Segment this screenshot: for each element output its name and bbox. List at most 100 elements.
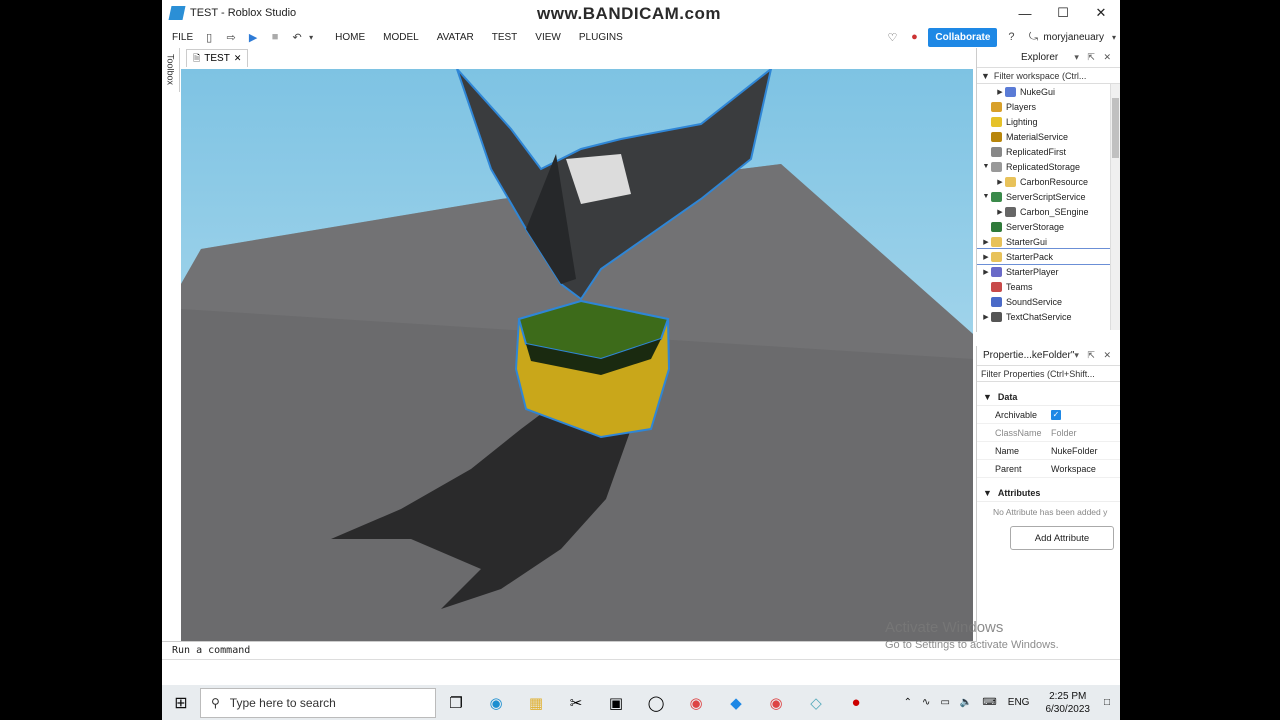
property-value[interactable]: NukeFolder: [1049, 446, 1120, 456]
starter-gui-icon: [991, 236, 1002, 247]
expand-down-icon[interactable]: ▼: [981, 193, 991, 200]
command-input[interactable]: Run a command: [172, 645, 250, 656]
network-icon[interactable]: ∿: [922, 697, 930, 708]
taskbar-search[interactable]: ⚲ Type here to search: [200, 687, 436, 718]
property-row[interactable]: Archivable ✓: [977, 406, 1120, 424]
explorer-item[interactable]: Lighting: [977, 114, 1120, 129]
expand-right-icon[interactable]: ▶: [981, 253, 991, 261]
expand-right-icon[interactable]: ▶: [995, 178, 1005, 186]
archivable-checkbox[interactable]: ✓: [1051, 409, 1061, 420]
explorer-title: Explorer: [1021, 52, 1059, 63]
explorer-item[interactable]: ▶ StarterPlayer: [977, 264, 1120, 279]
minimize-icon[interactable]: —: [1006, 0, 1044, 26]
explorer-item[interactable]: ServerStorage: [977, 219, 1120, 234]
explorer-item[interactable]: ▼ ReplicatedStorage: [977, 159, 1120, 174]
keyboard-icon[interactable]: ⌨: [982, 697, 996, 708]
toolbox-tab[interactable]: Toolbox: [162, 48, 180, 92]
chrome-icon[interactable]: ◉: [676, 685, 716, 720]
menu-avatar[interactable]: AVATAR: [437, 32, 474, 43]
panel-controls-icon[interactable]: ▾ ⇱ ✕: [1074, 52, 1114, 63]
volume-icon[interactable]: 🔈: [960, 697, 972, 708]
explorer-item[interactable]: ▶ StarterGui: [977, 234, 1120, 249]
explorer-item[interactable]: ▶ TextChatService: [977, 309, 1120, 324]
panel-controls-icon[interactable]: ▾ ⇱ ✕: [1074, 350, 1114, 361]
roblox-studio-taskbar-icon[interactable]: ◆: [716, 685, 756, 720]
close-tab-icon[interactable]: ✕: [234, 53, 242, 64]
chrome-profile-icon[interactable]: ◉: [756, 685, 796, 720]
username[interactable]: moryjaneuary: [1043, 32, 1104, 43]
property-row[interactable]: Parent Workspace: [977, 460, 1120, 478]
windows-start-icon[interactable]: ⊞: [162, 685, 200, 720]
properties-panel: Propertie...keFolder" ▾ ⇱ ✕ Filter Prope…: [976, 346, 1120, 642]
battery-icon[interactable]: ▭: [940, 697, 949, 708]
share-icon[interactable]: ⤿: [1027, 31, 1039, 43]
play-icon[interactable]: ▶: [247, 31, 259, 44]
taskbar-search-input[interactable]: Type here to search: [230, 696, 336, 710]
file-explorer-icon[interactable]: ▦: [516, 685, 556, 720]
add-attribute-button[interactable]: Add Attribute: [1010, 526, 1114, 550]
property-row[interactable]: Name NukeFolder: [977, 442, 1120, 460]
attributes-section[interactable]: ▼ Attributes: [977, 484, 1120, 502]
taskbar-clock[interactable]: 2:25 PM 6/30/2023: [1045, 690, 1090, 716]
tab-test[interactable]: 🗎 TEST ✕: [186, 49, 249, 67]
close-icon[interactable]: ✕: [1082, 0, 1120, 26]
notification-icon[interactable]: ●: [908, 31, 920, 43]
expand-right-icon[interactable]: ▶: [981, 313, 991, 321]
explorer-item[interactable]: Teams: [977, 279, 1120, 294]
explorer-item[interactable]: ReplicatedFirst: [977, 144, 1120, 159]
undo-dropdown-icon[interactable]: ▾: [305, 31, 317, 43]
property-value[interactable]: Workspace: [1049, 464, 1120, 474]
edge-icon[interactable]: ◉: [476, 685, 516, 720]
explorer-item[interactable]: ▶ NukeGui: [977, 84, 1120, 99]
explorer-item[interactable]: SoundService: [977, 294, 1120, 309]
notifications-icon[interactable]: □: [1104, 697, 1110, 708]
data-section[interactable]: ▼ Data: [977, 388, 1120, 406]
user-dropdown-icon[interactable]: ▾: [1108, 31, 1120, 43]
expand-right-icon[interactable]: ▶: [981, 238, 991, 246]
menu-home[interactable]: HOME: [335, 32, 365, 43]
language-indicator[interactable]: ENG: [1008, 697, 1030, 708]
explorer-filter[interactable]: ▼ Filter workspace (Ctrl...: [977, 68, 1120, 84]
collapse-icon[interactable]: ▼: [983, 488, 992, 498]
collapse-icon[interactable]: ▼: [983, 392, 992, 402]
new-file-icon[interactable]: ▯: [203, 31, 215, 44]
explorer-item[interactable]: ▶ Carbon_SEngine: [977, 204, 1120, 219]
help-icon[interactable]: ?: [1005, 31, 1017, 43]
explorer-item[interactable]: ▶ CarbonResource: [977, 174, 1120, 189]
chevron-up-icon[interactable]: ⌃: [904, 697, 912, 708]
explorer-item[interactable]: MaterialService: [977, 129, 1120, 144]
menu-model[interactable]: MODEL: [383, 32, 419, 43]
explorer-item[interactable]: Players: [977, 99, 1120, 114]
explorer-filter-input[interactable]: Filter workspace (Ctrl...: [994, 71, 1087, 81]
stop-icon[interactable]: ■: [269, 31, 281, 43]
maximize-icon[interactable]: ☐: [1044, 0, 1082, 26]
collaborate-button[interactable]: Collaborate: [928, 27, 998, 47]
menu-plugins[interactable]: PLUGINS: [579, 32, 623, 43]
menu-test[interactable]: TEST: [492, 32, 518, 43]
explorer-item[interactable]: ▶ StarterPack: [977, 248, 1120, 265]
snipping-tool-icon[interactable]: ✂: [556, 685, 596, 720]
property-row[interactable]: ClassName Folder: [977, 424, 1120, 442]
explorer-item-label: Carbon_SEngine: [1020, 206, 1089, 217]
open-file-icon[interactable]: ⇨: [225, 31, 237, 44]
heart-icon[interactable]: ♡: [886, 31, 898, 44]
expand-down-icon[interactable]: ▼: [981, 163, 991, 170]
expand-right-icon[interactable]: ▶: [995, 208, 1005, 216]
app-icon[interactable]: ◇: [796, 685, 836, 720]
expand-right-icon[interactable]: ▶: [981, 268, 991, 276]
task-view-icon[interactable]: ❐: [436, 685, 476, 720]
mouse-icon[interactable]: ◯: [636, 685, 676, 720]
attributes-section-label: Attributes: [997, 487, 1041, 498]
properties-filter-input[interactable]: Filter Properties (Ctrl+Shift...: [981, 369, 1095, 379]
bandicam-record-icon[interactable]: ●: [836, 685, 876, 720]
photo-viewer-icon[interactable]: ▣: [596, 685, 636, 720]
explorer-item[interactable]: ▼ ServerScriptService: [977, 189, 1120, 204]
menu-view[interactable]: VIEW: [535, 32, 561, 43]
file-menu[interactable]: FILE: [172, 32, 193, 43]
3d-viewport[interactable]: [181, 69, 973, 641]
properties-filter[interactable]: Filter Properties (Ctrl+Shift...: [977, 366, 1120, 382]
expand-right-icon[interactable]: ▶: [995, 88, 1005, 96]
folder-icon: [1005, 176, 1016, 187]
explorer-scrollbar[interactable]: [1110, 84, 1120, 330]
undo-icon[interactable]: ↶: [291, 31, 303, 44]
